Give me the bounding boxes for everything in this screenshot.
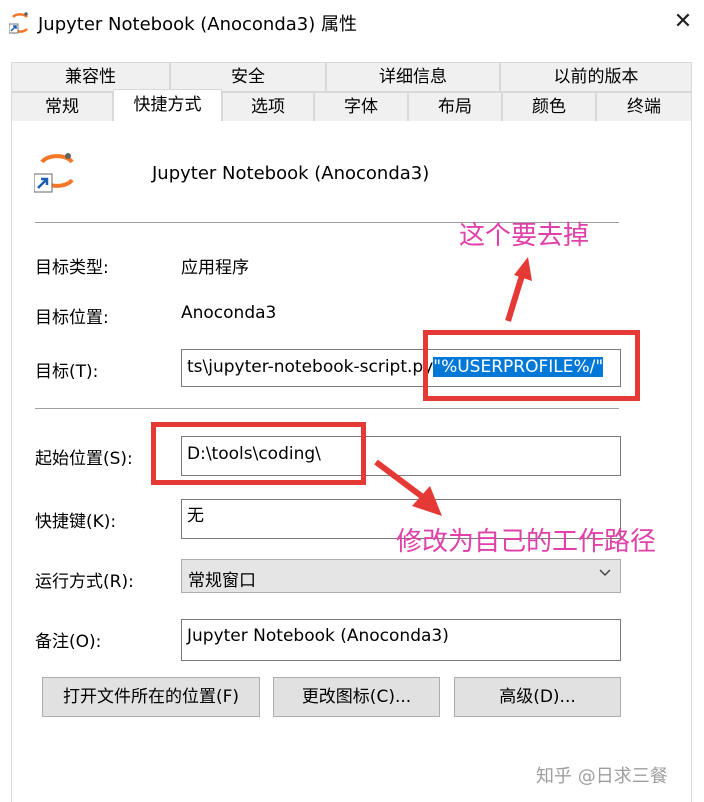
target-location-value: Anoconda3 (181, 303, 277, 323)
jupyter-icon (33, 150, 78, 194)
annotation-arrow-up-icon (505, 257, 532, 322)
annotation-arrow-down-icon (374, 459, 442, 516)
tab-layout[interactable]: 布局 (408, 92, 502, 122)
tab-shortcut[interactable]: 快捷方式 (113, 89, 222, 123)
hotkey-label: 快捷键(K): (35, 512, 117, 532)
run-select[interactable]: 常规窗口 (181, 559, 621, 593)
watermark: 知乎 @日求三餐 (536, 766, 668, 787)
target-label: 目标(T): (35, 362, 99, 382)
run-label: 运行方式(R): (35, 572, 134, 592)
chevron-down-icon (598, 565, 612, 583)
start-in-label: 起始位置(S): (35, 449, 133, 469)
tab-security[interactable]: 安全 (170, 62, 326, 92)
annotation-path-note: 修改为自己的工作路径 (396, 527, 657, 557)
advanced-button[interactable]: 高级(D)... (454, 677, 621, 717)
target-type-value: 应用程序 (181, 258, 249, 278)
highlight-box-start-in (151, 422, 366, 485)
tab-previous-versions[interactable]: 以前的版本 (500, 62, 692, 92)
close-button[interactable]: ✕ (668, 6, 698, 38)
open-file-location-button[interactable]: 打开文件所在的位置(F) (42, 677, 260, 717)
divider (35, 408, 619, 409)
shortcut-name: Jupyter Notebook (Anoconda3) (152, 163, 430, 184)
tab-font[interactable]: 字体 (314, 92, 408, 122)
shortcut-app-icon (8, 11, 31, 35)
target-location-label: 目标位置: (35, 308, 109, 328)
comment-input[interactable]: Jupyter Notebook (Anoconda3) (181, 619, 621, 661)
tab-details[interactable]: 详细信息 (326, 62, 500, 92)
run-select-value: 常规窗口 (188, 571, 256, 591)
tab-colors[interactable]: 颜色 (502, 92, 596, 122)
tab-compatibility[interactable]: 兼容性 (11, 62, 170, 92)
tab-general[interactable]: 常规 (11, 92, 113, 122)
target-input-text: ts\jupyter-notebook-script.py (187, 357, 434, 377)
change-icon-button[interactable]: 更改图标(C)... (273, 677, 440, 717)
comment-label: 备注(O): (35, 632, 102, 652)
tab-options[interactable]: 选项 (222, 92, 314, 122)
target-type-label: 目标类型: (35, 258, 109, 278)
tab-terminal[interactable]: 终端 (596, 92, 692, 122)
highlight-box-target (423, 330, 640, 401)
annotation-remove-note: 这个要去掉 (459, 221, 590, 251)
window-title: Jupyter Notebook (Anoconda3) 属性 (38, 14, 357, 35)
